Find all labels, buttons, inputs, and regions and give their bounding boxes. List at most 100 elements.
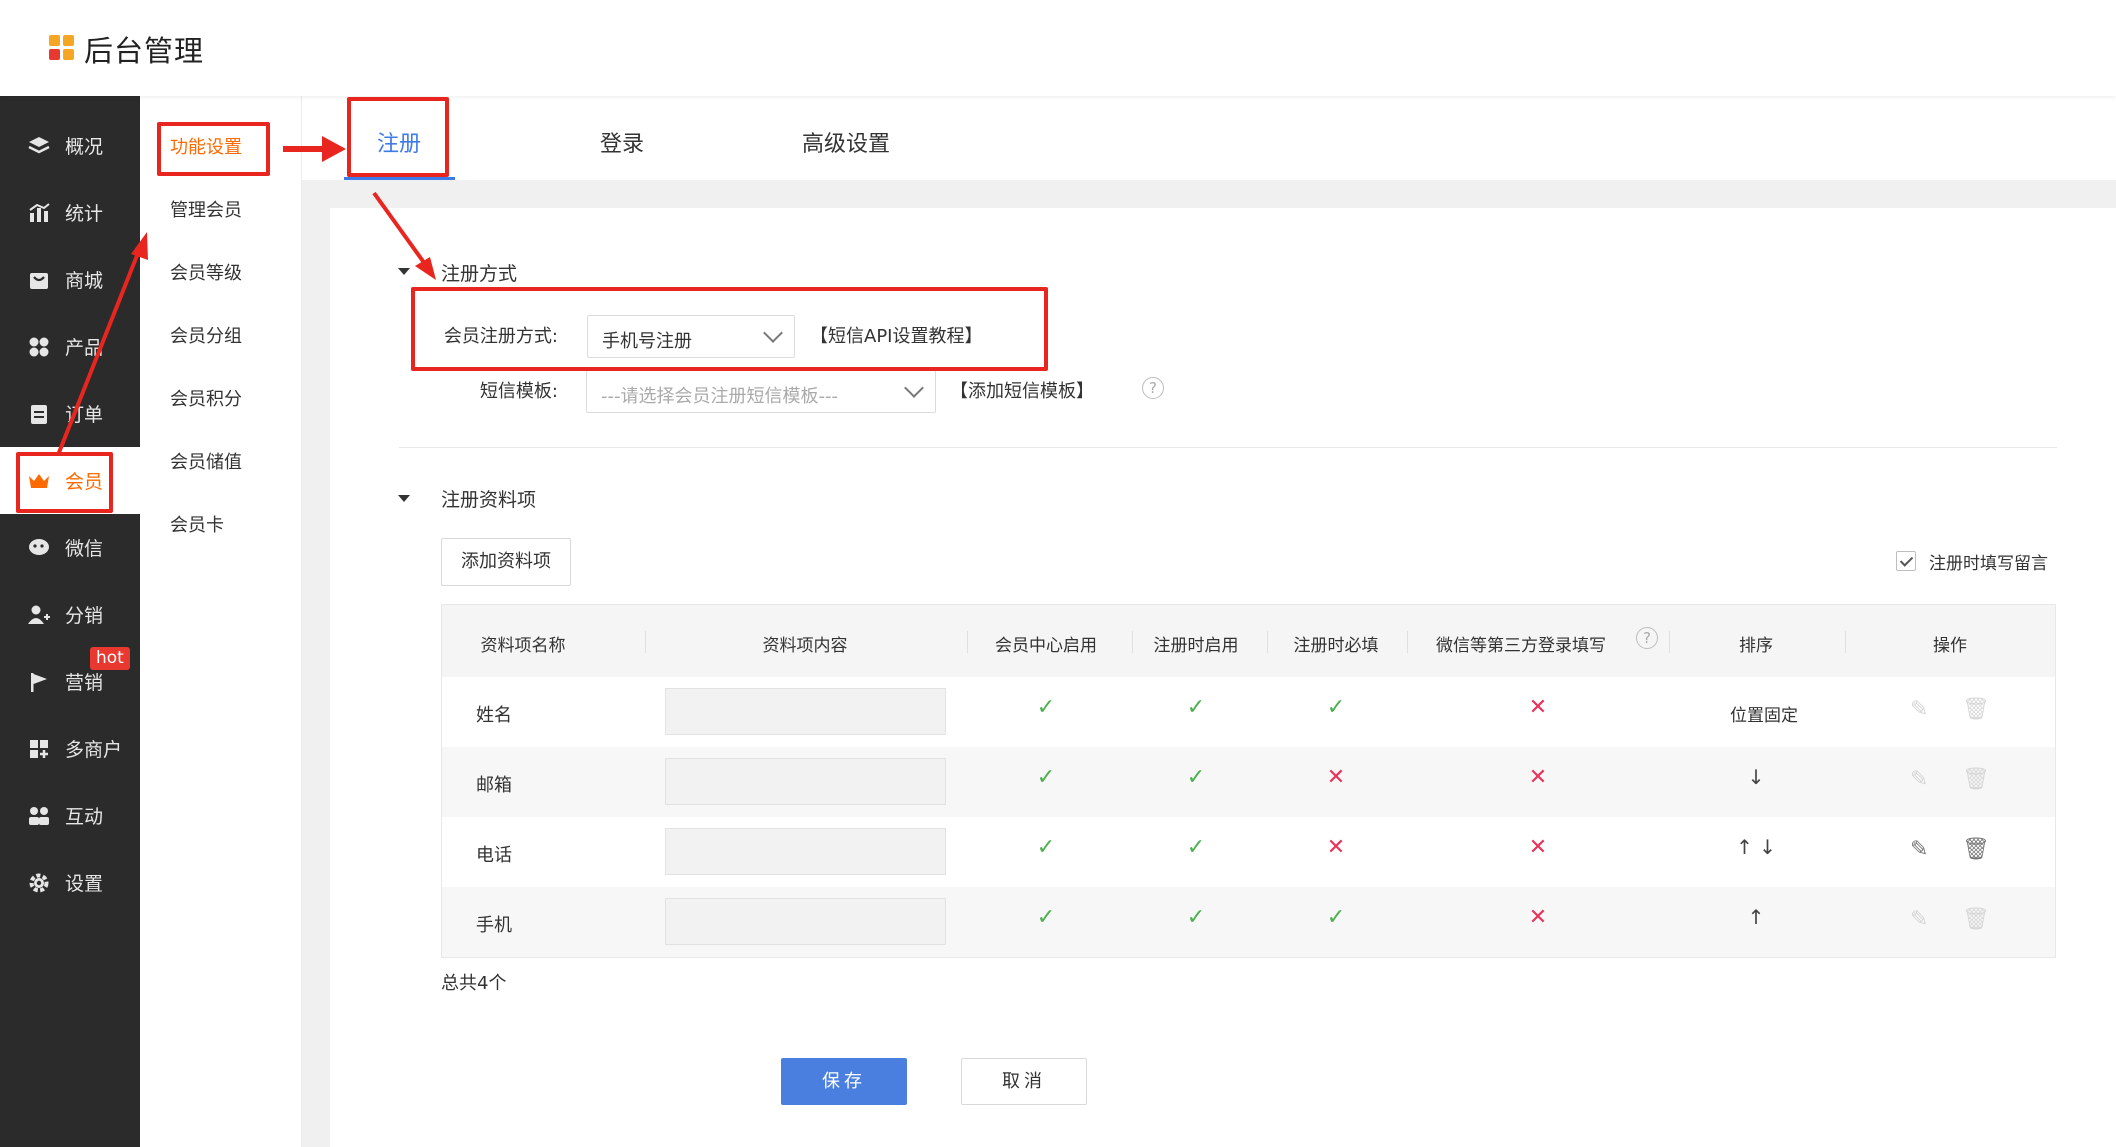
- sidebar-item-stats[interactable]: 统计: [0, 179, 140, 246]
- add-field-button[interactable]: 添加资料项: [441, 538, 571, 586]
- sidebar-item-interaction[interactable]: 互动: [0, 782, 140, 849]
- trash-icon[interactable]: 🗑: [1962, 767, 1990, 792]
- field-content-input[interactable]: [665, 758, 946, 805]
- field-content-input[interactable]: [665, 688, 946, 735]
- order-icon: [31, 405, 47, 424]
- edit-icon[interactable]: ✎: [1910, 907, 1928, 932]
- check-icon: ✓: [1036, 765, 1056, 790]
- section-title-register-method: 注册方式: [441, 263, 518, 285]
- section-divider: [399, 447, 2057, 448]
- column-header: 操作: [1933, 636, 1967, 656]
- table-row: 手机 ✓ ✓ ✓ ✕ ↑ ✎ 🗑: [442, 887, 2055, 957]
- submenu-item-member-level[interactable]: 会员等级: [170, 259, 242, 285]
- tab-bar: 注册 登录 高级设置: [302, 96, 2116, 180]
- submenu-item-feature-settings[interactable]: 功能设置: [170, 133, 242, 159]
- edit-icon[interactable]: ✎: [1910, 697, 1928, 722]
- sidebar-item-label: 分销: [65, 605, 104, 627]
- column-separator: [967, 631, 968, 653]
- sms-template-select[interactable]: ---请选择会员注册短信模板---: [586, 370, 936, 413]
- sidebar-item-wechat[interactable]: 微信: [0, 514, 140, 581]
- check-icon: ✓: [1326, 905, 1346, 930]
- people-icon: [29, 807, 49, 825]
- collapse-caret-icon[interactable]: [398, 268, 410, 275]
- check-icon: ✓: [1186, 765, 1206, 790]
- trash-icon[interactable]: 🗑: [1962, 907, 1990, 932]
- collapse-caret-icon[interactable]: [398, 495, 410, 502]
- tab-login[interactable]: 登录: [600, 126, 644, 158]
- submenu-item-member-balance[interactable]: 会员储值: [170, 448, 242, 474]
- merchant-icon: [30, 740, 48, 758]
- submenu-item-manage-members[interactable]: 管理会员: [170, 196, 242, 222]
- flag-icon: [31, 673, 47, 692]
- table-header: 资料项名称 资料项内容 会员中心启用 注册时启用 注册时必填 微信等第三方登录填…: [442, 605, 2055, 677]
- sidebar-item-distribution[interactable]: 分销: [0, 581, 140, 648]
- sidebar-item-label: 统计: [65, 203, 104, 225]
- column-header: 资料项名称: [480, 636, 566, 656]
- field-name: 电话: [476, 845, 512, 866]
- cross-icon: ✕: [1528, 835, 1548, 860]
- top-bar: 后台管理: [0, 0, 2116, 96]
- sidebar-item-label: 会员: [65, 471, 104, 493]
- table-row: 邮箱 ✓ ✓ ✕ ✕ ↓ ✎ 🗑: [442, 747, 2055, 817]
- sort-arrows[interactable]: ↓: [1748, 765, 1765, 789]
- field-name: 手机: [476, 915, 512, 936]
- hot-badge: hot: [90, 647, 130, 670]
- column-header: 排序: [1739, 636, 1773, 656]
- sort-arrows[interactable]: ↑: [1748, 905, 1765, 929]
- column-header: 微信等第三方登录填写: [1436, 636, 1606, 656]
- check-icon: ✓: [1186, 695, 1206, 720]
- sms-api-tutorial-link[interactable]: 【短信API设置教程】: [810, 322, 982, 348]
- cancel-button[interactable]: 取消: [961, 1058, 1087, 1105]
- leave-message-checkbox[interactable]: [1896, 551, 1916, 571]
- register-method-select[interactable]: 手机号注册: [587, 315, 795, 358]
- member-submenu: 功能设置 管理会员 会员等级 会员分组 会员积分 会员储值 会员卡: [140, 96, 302, 1147]
- chevron-down-icon: [904, 378, 924, 398]
- trash-icon[interactable]: 🗑: [1962, 837, 1990, 862]
- column-header: 注册时必填: [1293, 636, 1379, 656]
- check-icon: ✓: [1036, 695, 1056, 720]
- field-content-input[interactable]: [665, 828, 946, 875]
- crown-icon: [29, 474, 49, 488]
- tab-advanced-settings[interactable]: 高级设置: [802, 126, 890, 158]
- trash-icon[interactable]: 🗑: [1962, 697, 1990, 722]
- submenu-item-member-points[interactable]: 会员积分: [170, 385, 242, 411]
- sidebar-item-member[interactable]: 会员: [0, 447, 140, 514]
- add-sms-template-link[interactable]: 【添加短信模板】: [950, 377, 1094, 403]
- sidebar-item-multi-merchant[interactable]: 多商户: [0, 715, 140, 782]
- sort-arrows[interactable]: ↑ ↓: [1736, 835, 1776, 859]
- wechat-icon: [29, 539, 49, 555]
- sidebar-item-label: 多商户: [65, 739, 123, 761]
- submenu-item-member-card[interactable]: 会员卡: [170, 511, 224, 537]
- column-separator: [645, 631, 646, 653]
- grid-icon: [29, 337, 49, 357]
- user-group-icon: [28, 605, 50, 624]
- check-icon: ✓: [1186, 905, 1206, 930]
- sidebar-item-label: 概况: [65, 136, 104, 158]
- sidebar-item-overview[interactable]: 概况: [0, 112, 140, 179]
- chevron-down-icon: [763, 323, 783, 343]
- save-button[interactable]: 保存: [781, 1058, 907, 1105]
- sidebar-item-label: 订单: [65, 404, 104, 426]
- gear-icon: [29, 873, 49, 893]
- help-icon[interactable]: ?: [1142, 377, 1164, 399]
- tab-register[interactable]: 注册: [377, 126, 421, 158]
- field-content-input[interactable]: [665, 898, 946, 945]
- edit-icon[interactable]: ✎: [1910, 837, 1928, 862]
- check-icon: ✓: [1036, 905, 1056, 930]
- register-method-value: 手机号注册: [602, 331, 692, 352]
- sidebar-item-settings[interactable]: 设置: [0, 849, 140, 916]
- help-icon[interactable]: ?: [1636, 627, 1658, 649]
- column-separator: [1267, 631, 1268, 653]
- sidebar-item-mall[interactable]: 商城: [0, 246, 140, 313]
- submenu-item-member-group[interactable]: 会员分组: [170, 322, 242, 348]
- column-separator: [1132, 631, 1133, 653]
- edit-icon[interactable]: ✎: [1910, 767, 1928, 792]
- table-row: 姓名 ✓ ✓ ✓ ✕ 位置固定 ✎ 🗑: [442, 677, 2055, 747]
- sidebar-item-product[interactable]: 产品: [0, 313, 140, 380]
- sidebar-item-order[interactable]: 订单: [0, 380, 140, 447]
- sidebar-item-label: 营销: [65, 672, 104, 694]
- check-icon: ✓: [1186, 835, 1206, 860]
- cross-icon: ✕: [1326, 765, 1346, 790]
- column-separator: [1407, 631, 1408, 653]
- column-header: 注册时启用: [1153, 636, 1239, 656]
